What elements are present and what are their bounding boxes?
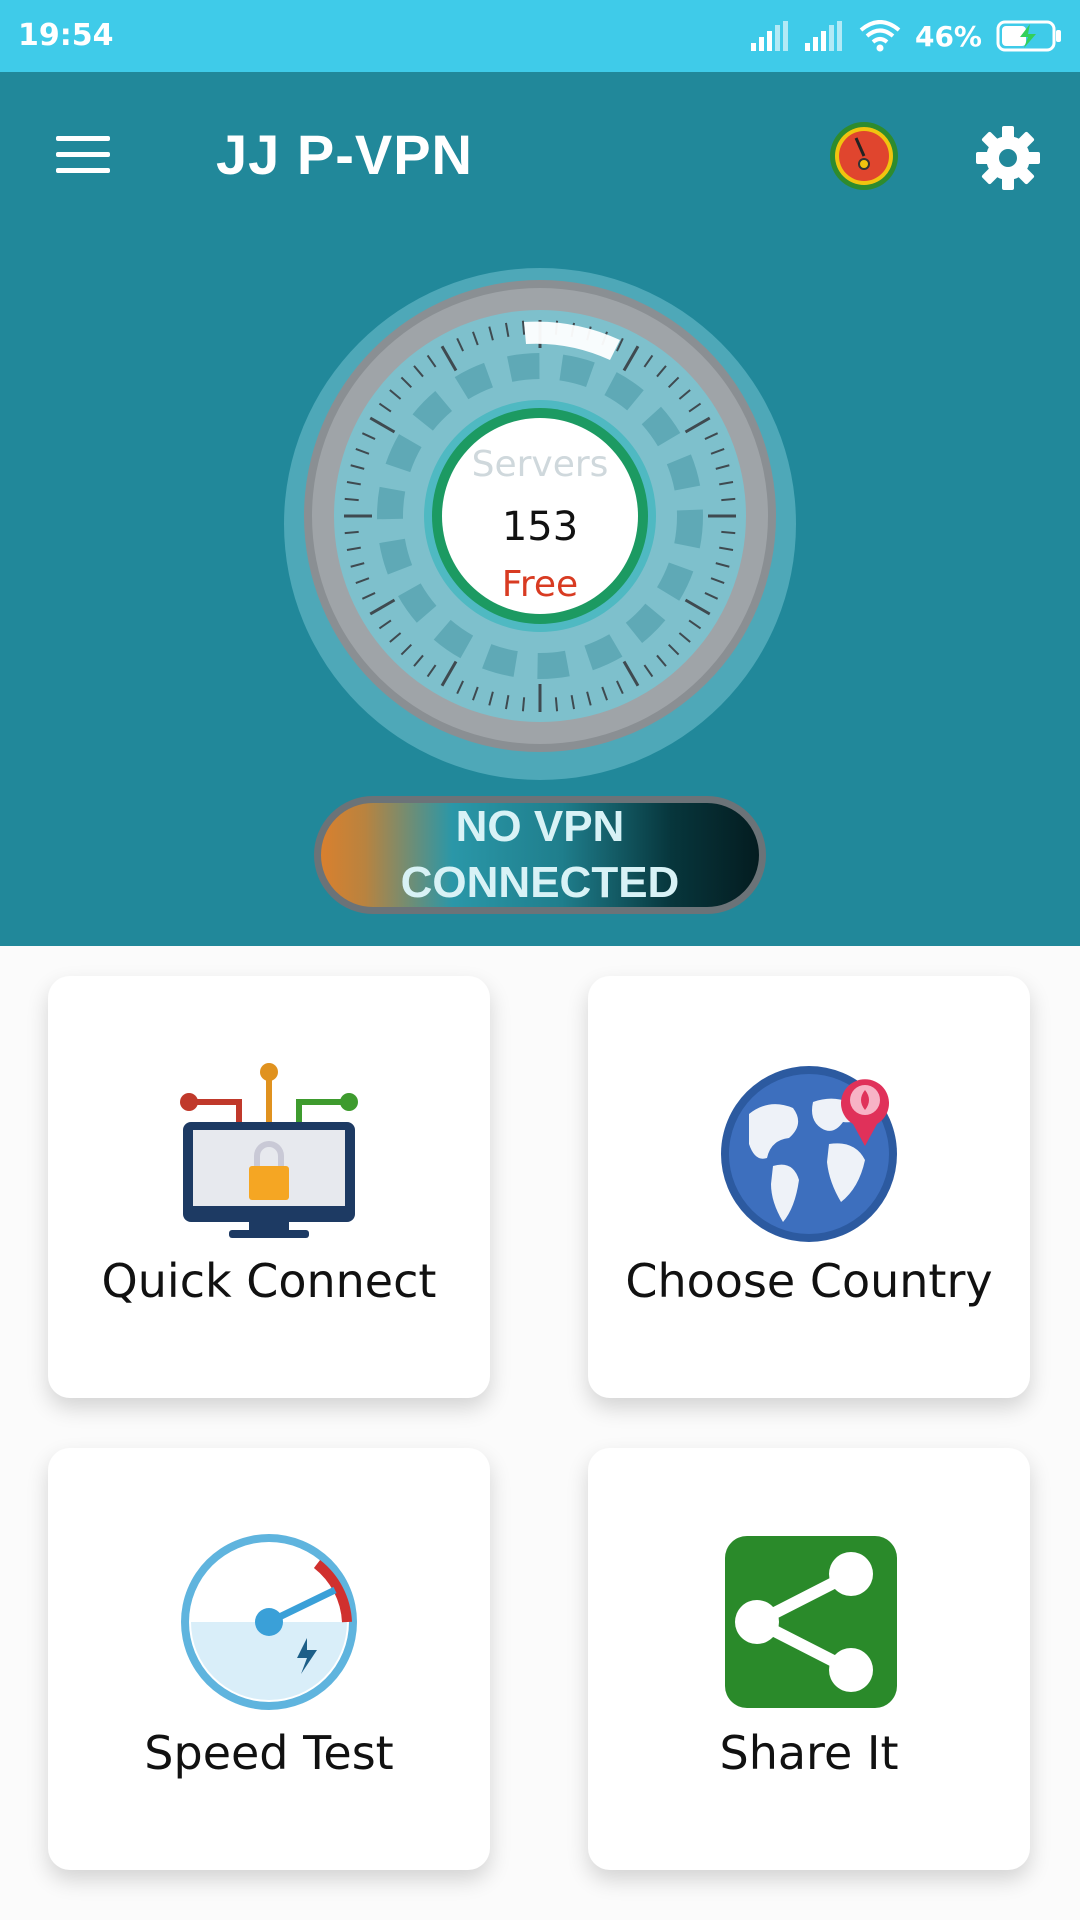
quick-connect-icon <box>180 1063 358 1238</box>
status-icons: 46% <box>750 16 1062 56</box>
menu-line <box>56 152 110 157</box>
status-bar: 19:54 46% <box>0 0 1080 72</box>
dial-tick <box>521 320 526 335</box>
wifi-icon <box>859 20 901 52</box>
speedometer-button[interactable] <box>828 120 900 192</box>
dial-center: Servers 153 Free <box>412 388 668 644</box>
speed-test-card[interactable]: Speed Test <box>48 1448 490 1870</box>
plan-label: Free <box>501 564 579 605</box>
globe-icon <box>721 1066 897 1242</box>
battery-percent: 46% <box>914 19 982 53</box>
quick-connect-card[interactable]: Quick Connect <box>48 976 490 1398</box>
dial-tick <box>344 530 359 535</box>
settings-button[interactable] <box>974 124 1042 192</box>
vpn-status-line2: CONNECTED <box>400 858 680 907</box>
choose-country-card[interactable]: Choose Country <box>588 976 1030 1398</box>
signal-icon <box>750 21 788 51</box>
share-it-label: Share It <box>719 1726 899 1780</box>
servers-count: 153 <box>501 504 579 550</box>
menu-line <box>56 136 110 141</box>
dial-tick <box>554 697 559 712</box>
menu-line <box>56 168 110 173</box>
gear-icon <box>976 126 1040 190</box>
speed-test-icon <box>181 1534 357 1710</box>
servers-label: Servers <box>471 444 609 485</box>
quick-connect-label: Quick Connect <box>101 1254 437 1308</box>
server-dial[interactable]: Servers 153 Free <box>284 268 796 780</box>
battery-charging-icon <box>996 20 1061 52</box>
speedometer-icon <box>830 122 898 190</box>
dial-tick <box>721 497 736 502</box>
dial-tick <box>521 697 526 712</box>
vpn-status-button[interactable]: NO VPN CONNECTED <box>314 796 766 914</box>
menu-button[interactable] <box>52 130 116 180</box>
speed-test-label: Speed Test <box>144 1726 394 1780</box>
dial-tick <box>721 530 736 535</box>
share-it-card[interactable]: Share It <box>588 1448 1030 1870</box>
action-cards: Quick Connect Choose Country Speed Test <box>0 946 1080 1920</box>
share-icon <box>725 1536 897 1708</box>
dial-tick <box>344 497 359 502</box>
status-time: 19:54 <box>18 18 114 53</box>
choose-country-label: Choose Country <box>625 1254 993 1308</box>
app-title: JJ P-VPN <box>216 123 473 186</box>
signal-icon <box>804 21 842 51</box>
vpn-status-line1: NO VPN <box>455 802 625 851</box>
